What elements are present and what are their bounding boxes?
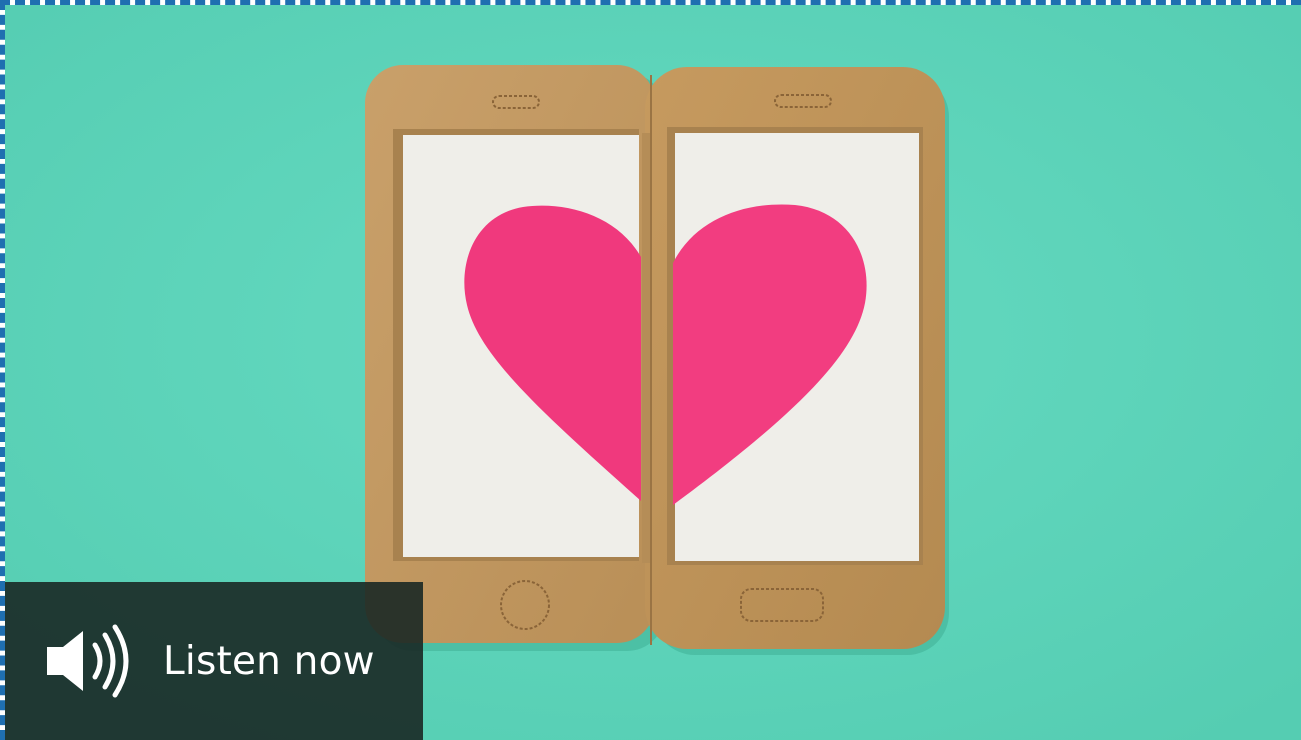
listen-now-label: Listen now (163, 638, 375, 684)
listen-now-button[interactable]: Listen now (5, 582, 423, 740)
speaker-volume-icon (47, 624, 129, 698)
article-image-frame: Listen now (0, 0, 1301, 740)
